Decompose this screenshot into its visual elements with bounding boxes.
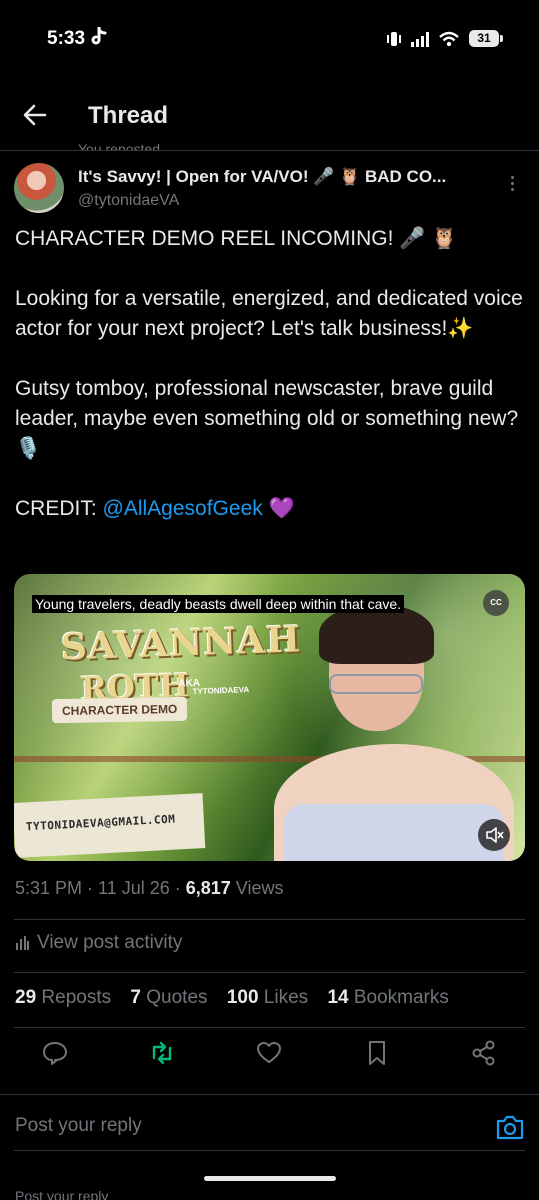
divider bbox=[14, 972, 525, 973]
battery-icon: 31 bbox=[469, 30, 503, 47]
video-caption: Young travelers, deadly beasts dwell dee… bbox=[32, 595, 405, 613]
author-display-name[interactable]: It's Savvy! | Open for VA/VO! 🎤 🦉 BAD CO… bbox=[78, 167, 446, 187]
video-player[interactable]: SAVANNAH ROTH AKA TYTONIDAEVA CHARACTER … bbox=[14, 574, 525, 861]
reply-composer: Post your reply bbox=[0, 1094, 539, 1155]
credit-label: CREDIT: bbox=[15, 497, 103, 520]
reposted-context: You reposted bbox=[78, 141, 160, 150]
repost-icon[interactable] bbox=[147, 1038, 177, 1068]
likes-stat[interactable]: 100 Likes bbox=[227, 987, 308, 1008]
mute-button[interactable] bbox=[478, 819, 510, 851]
reposts-label: Reposts bbox=[41, 987, 112, 1008]
post-text: CHARACTER DEMO REEL INCOMING! 🎤 🦉 Lookin… bbox=[15, 224, 525, 524]
views-label: Views bbox=[230, 878, 284, 898]
engagement-stats: 29 Reposts 7 Quotes 100 Likes 14 Bookmar… bbox=[15, 987, 463, 1009]
post-line: CHARACTER DEMO REEL INCOMING! 🎤 🦉 bbox=[15, 227, 458, 250]
signal-icon bbox=[411, 31, 429, 47]
divider bbox=[14, 1027, 525, 1028]
header-divider bbox=[0, 150, 539, 151]
home-indicator[interactable] bbox=[204, 1176, 336, 1181]
quotes-count: 7 bbox=[130, 987, 141, 1008]
quotes-stat[interactable]: 7 Quotes bbox=[130, 987, 207, 1008]
divider bbox=[14, 919, 525, 920]
email-banner: TYTONIDAEVA@GMAIL.COM bbox=[14, 793, 206, 858]
credit-emoji: 💜 bbox=[262, 497, 295, 520]
status-time: 5:33 bbox=[47, 28, 86, 49]
logo-aka-name: TYTONIDAEVA bbox=[192, 685, 250, 697]
views-count: 6,817 bbox=[185, 878, 231, 898]
like-icon[interactable] bbox=[254, 1038, 284, 1068]
post-timestamp: 5:31 PM · 11 Jul 26 · 6,817 Views bbox=[15, 878, 284, 899]
vibrate-icon bbox=[387, 31, 401, 47]
reposts-stat[interactable]: 29 Reposts bbox=[15, 987, 111, 1008]
bookmarks-label: Bookmarks bbox=[353, 987, 449, 1008]
speaker-muted-icon bbox=[486, 827, 504, 843]
status-bar: 5:33 31 bbox=[0, 0, 539, 80]
share-icon[interactable] bbox=[469, 1038, 499, 1068]
credit-line: CREDIT: @AllAgesofGeek 💜 bbox=[15, 494, 525, 524]
reposts-count: 29 bbox=[15, 987, 37, 1008]
reply-underline bbox=[14, 1150, 525, 1151]
bookmarks-stat[interactable]: 14 Bookmarks bbox=[327, 987, 448, 1008]
back-arrow-icon[interactable] bbox=[20, 100, 50, 130]
mention-link[interactable]: @AllAgesofGeek bbox=[103, 497, 263, 520]
action-bar bbox=[0, 1038, 539, 1072]
author-handle[interactable]: @tytonidaeVA bbox=[78, 192, 179, 210]
likes-label: Likes bbox=[263, 987, 309, 1008]
logo-name: SAVANNAH bbox=[60, 618, 302, 669]
email-text: TYTONIDAEVA@GMAIL.COM bbox=[25, 812, 176, 834]
video-subject bbox=[274, 604, 514, 861]
reply-ghost-text: Post your reply bbox=[15, 1188, 109, 1200]
more-options-icon[interactable] bbox=[506, 176, 518, 196]
view-post-activity-link[interactable]: View post activity bbox=[15, 932, 182, 954]
bookmark-icon[interactable] bbox=[362, 1038, 392, 1068]
post-line: Looking for a versatile, energized, and … bbox=[15, 287, 523, 340]
closed-captions-button[interactable]: CC bbox=[483, 590, 509, 616]
post-line: Gutsy tomboy, professional newscaster, b… bbox=[15, 377, 519, 460]
page-title: Thread bbox=[88, 102, 169, 129]
wifi-icon bbox=[439, 31, 459, 46]
reply-input[interactable]: Post your reply bbox=[15, 1115, 142, 1137]
avatar[interactable] bbox=[14, 163, 64, 213]
likes-count: 100 bbox=[226, 987, 259, 1008]
quotes-label: Quotes bbox=[146, 987, 208, 1008]
camera-icon[interactable] bbox=[495, 1113, 525, 1141]
bookmarks-count: 14 bbox=[327, 987, 349, 1008]
analytics-icon bbox=[16, 935, 29, 950]
activity-label: View post activity bbox=[37, 932, 183, 953]
reply-icon[interactable] bbox=[40, 1038, 70, 1068]
timestamp-text: 5:31 PM · 11 Jul 26 · bbox=[15, 878, 186, 898]
tiktok-icon bbox=[90, 26, 108, 53]
demo-badge: CHARACTER DEMO bbox=[51, 696, 188, 724]
